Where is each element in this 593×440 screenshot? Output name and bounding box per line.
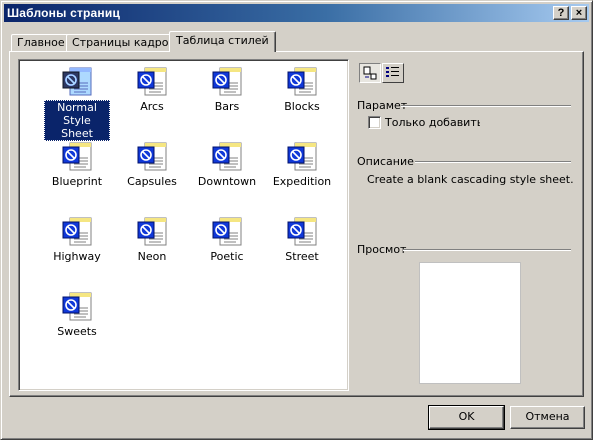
- close-button[interactable]: ×: [571, 6, 587, 20]
- style-sheet-document-icon: [211, 66, 243, 98]
- style-sheet-document-icon: [136, 141, 168, 173]
- style-sheet-document-icon: [286, 216, 318, 248]
- template-item[interactable]: Bars: [189, 62, 265, 128]
- page-templates-dialog: Шаблоны страниц ? × Главное Страницы кад…: [0, 0, 593, 440]
- preview-box: [419, 262, 521, 384]
- style-sheet-document-icon: [61, 291, 93, 323]
- template-item[interactable]: Arcs: [114, 62, 190, 128]
- options-heading: Парамет: [357, 99, 408, 112]
- ok-button[interactable]: OK: [428, 405, 505, 430]
- style-sheet-document-icon: [211, 141, 243, 173]
- template-item[interactable]: Street: [264, 212, 340, 278]
- template-item-label: Expedition: [272, 175, 332, 188]
- template-item-label: Arcs: [140, 100, 164, 113]
- style-sheet-document-icon: [61, 141, 93, 173]
- cancel-button[interactable]: Отмена: [510, 406, 585, 429]
- template-item[interactable]: Highway: [39, 212, 115, 278]
- tab-frames-pages[interactable]: Страницы кадров: [66, 34, 182, 52]
- template-item-label: Neon: [137, 250, 167, 263]
- style-sheet-document-icon: [61, 216, 93, 248]
- template-item[interactable]: Blueprint: [39, 137, 115, 203]
- style-sheet-document-icon: [286, 141, 318, 173]
- options-divider: [401, 105, 571, 107]
- style-sheet-document-icon: [61, 66, 93, 98]
- template-item[interactable]: Sweets: [39, 287, 115, 353]
- template-item-label: Bars: [214, 100, 240, 113]
- template-item-label: Street: [285, 250, 319, 263]
- list-view-button[interactable]: [382, 63, 404, 83]
- template-list[interactable]: Normal Style Sheet Arcs Bars Blocks Blueprin…: [18, 59, 349, 391]
- add-only-checkbox-row[interactable]: Только добавить W: [368, 116, 480, 130]
- style-sheet-document-icon: [136, 216, 168, 248]
- add-only-checkbox[interactable]: [368, 116, 381, 129]
- style-sheet-document-icon: [136, 66, 168, 98]
- template-item-label: Sweets: [57, 325, 97, 338]
- template-item-label: Blocks: [284, 100, 320, 113]
- preview-divider: [403, 249, 571, 251]
- template-item[interactable]: Neon: [114, 212, 190, 278]
- tab-style-sheets[interactable]: Таблица стилей: [169, 31, 276, 52]
- template-item[interactable]: Expedition: [264, 137, 340, 203]
- template-item[interactable]: Normal Style Sheet: [39, 62, 115, 141]
- template-item-label: Highway: [53, 250, 101, 263]
- template-item-label: Downtown: [197, 175, 257, 188]
- style-sheet-document-icon: [286, 66, 318, 98]
- list-view-icon: [386, 67, 399, 77]
- tab-general[interactable]: Главное: [11, 34, 71, 52]
- template-item[interactable]: Capsules: [114, 137, 190, 203]
- template-item-label: Blueprint: [51, 175, 103, 188]
- template-item-label: Normal Style Sheet: [44, 100, 110, 141]
- add-only-checkbox-label[interactable]: Только добавить W: [385, 116, 480, 129]
- template-item[interactable]: Blocks: [264, 62, 340, 128]
- template-item-label: Capsules: [127, 175, 177, 188]
- description-divider: [415, 161, 571, 163]
- large-icons-view-button[interactable]: [359, 63, 381, 83]
- large-icons-view-icon: [363, 66, 377, 80]
- title-bar[interactable]: Шаблоны страниц ? ×: [4, 4, 589, 22]
- preview-heading: Просмот: [357, 243, 407, 256]
- description-text: Create a blank cascading style sheet.: [367, 173, 574, 186]
- template-item[interactable]: Downtown: [189, 137, 265, 203]
- template-item-label: Poetic: [210, 250, 244, 263]
- style-sheet-document-icon: [211, 216, 243, 248]
- description-heading: Описание: [357, 155, 414, 168]
- template-item[interactable]: Poetic: [189, 212, 265, 278]
- window-title: Шаблоны страниц: [7, 6, 121, 20]
- help-button[interactable]: ?: [553, 6, 569, 20]
